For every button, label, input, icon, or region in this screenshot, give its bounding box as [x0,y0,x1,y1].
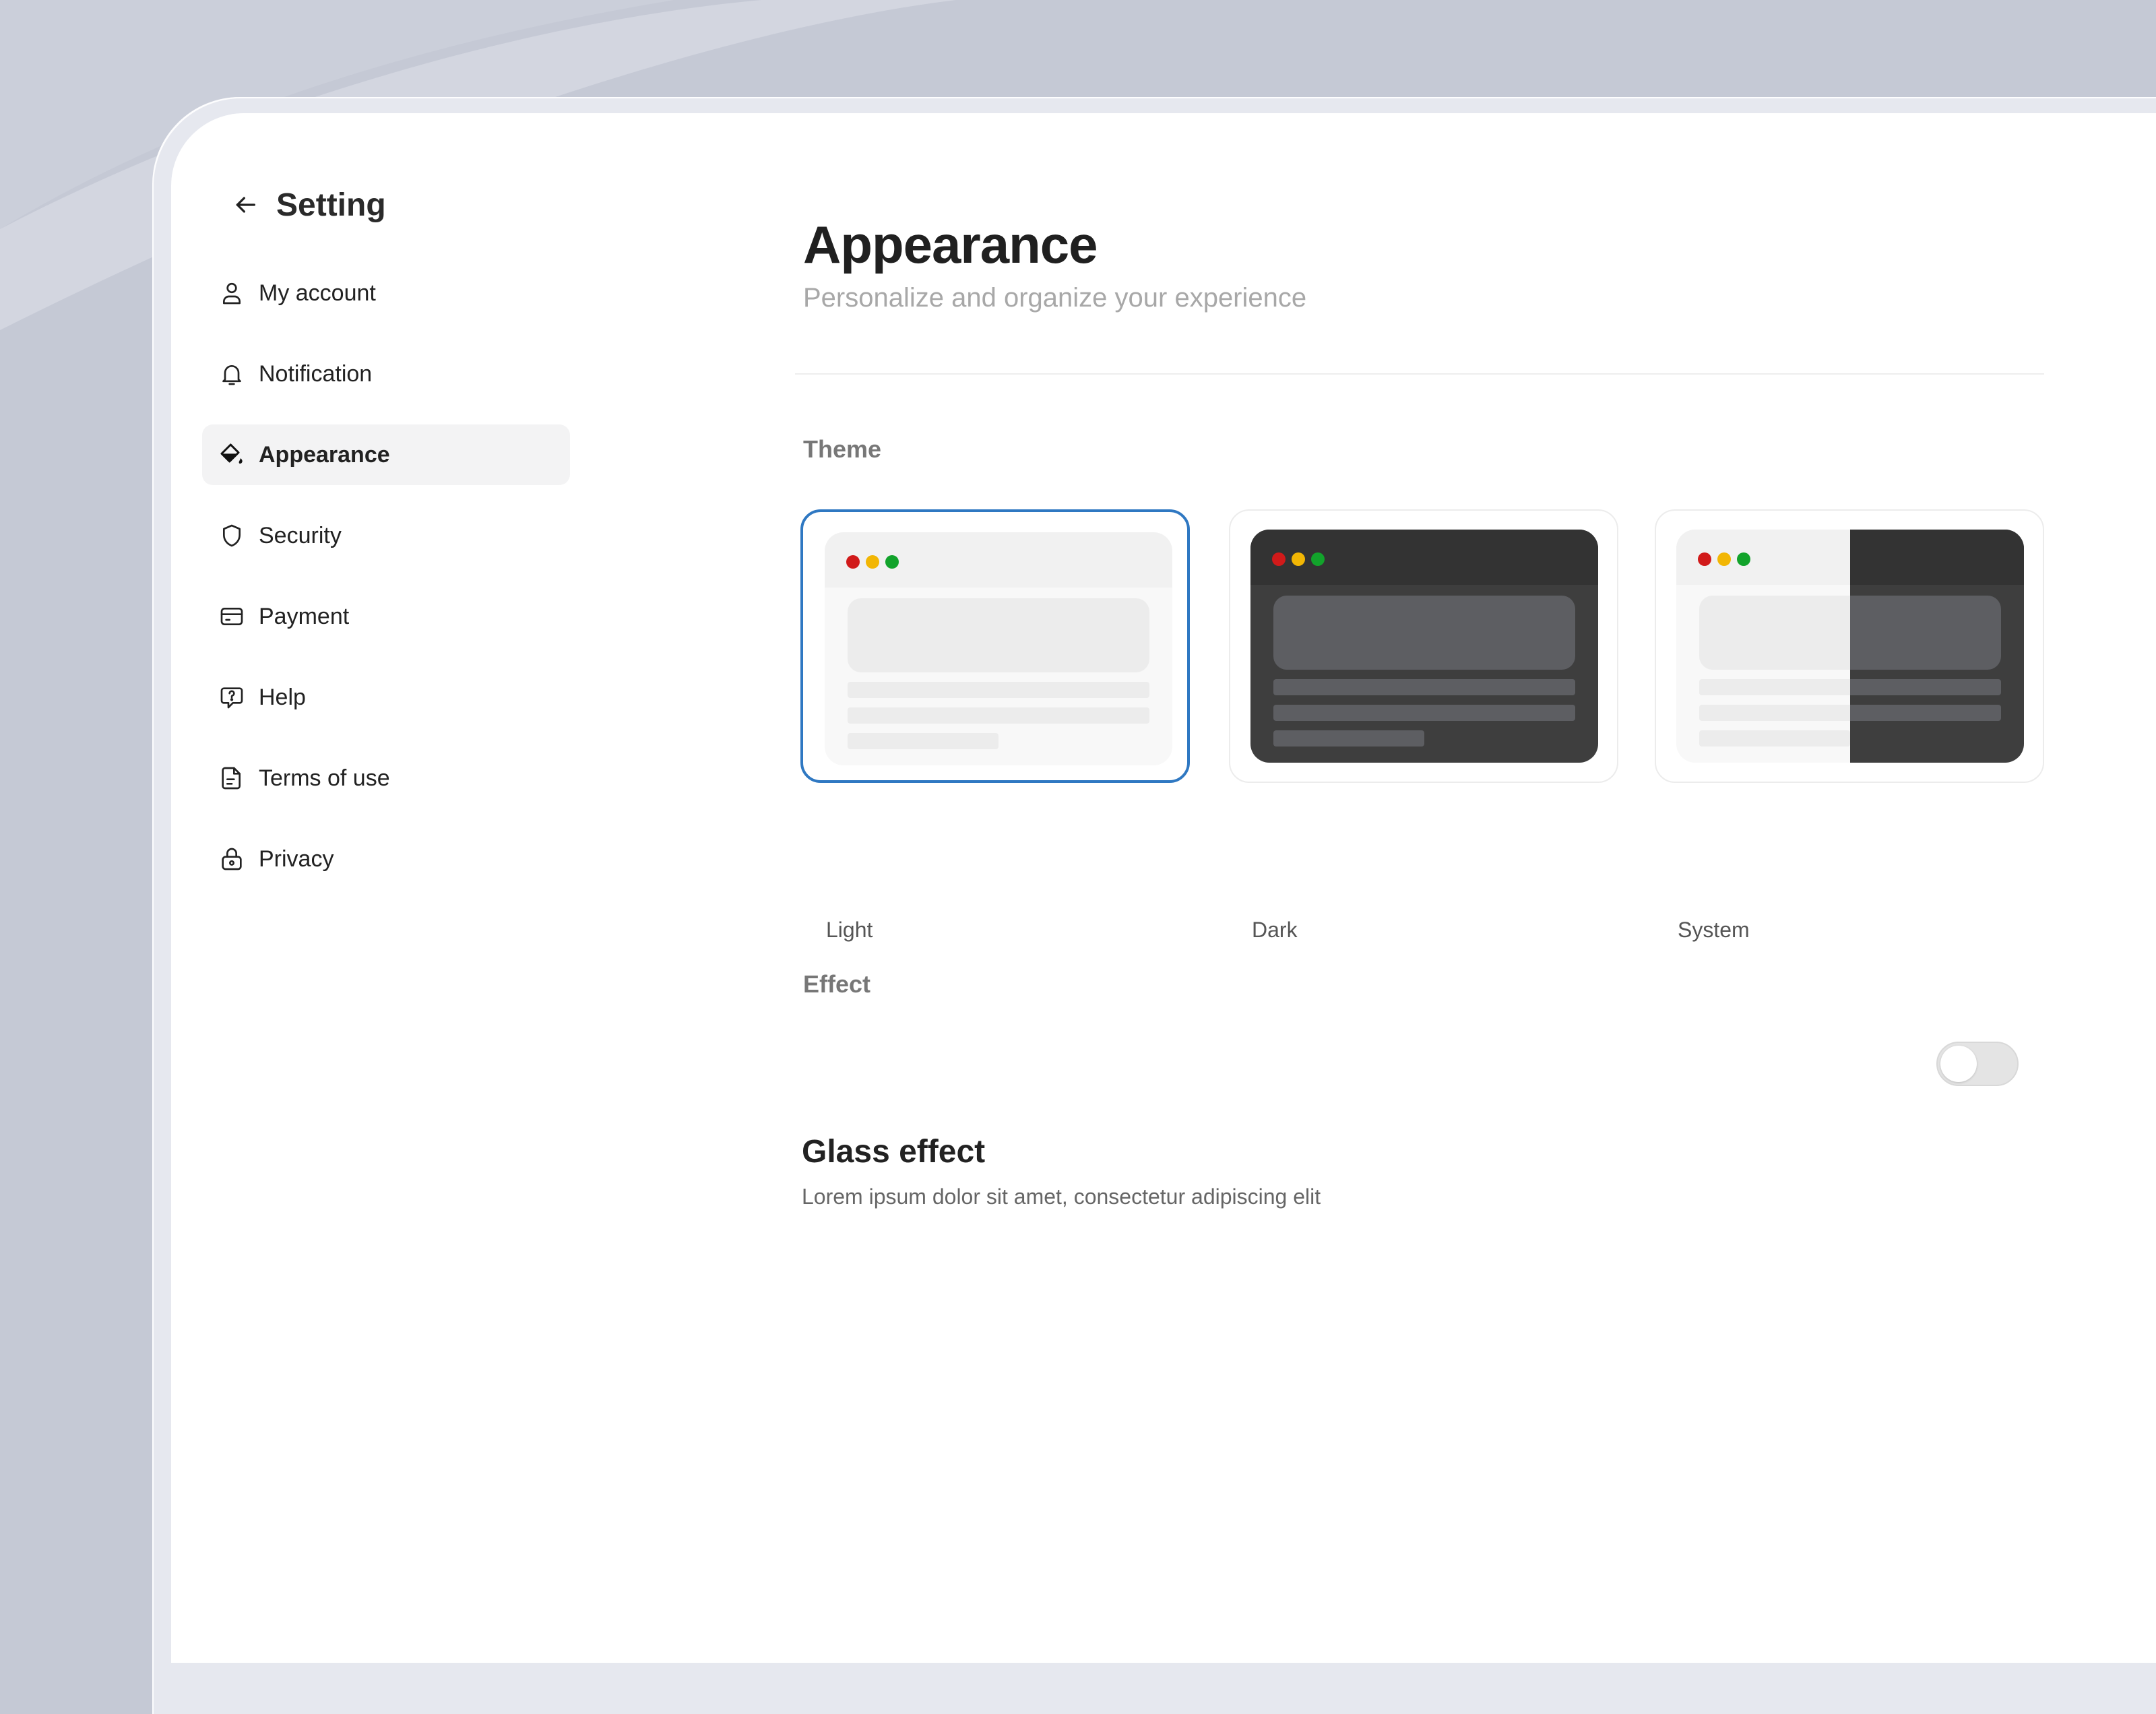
minimize-dot-icon [866,555,879,569]
sidebar-item-privacy[interactable]: Privacy [202,829,570,889]
sidebar-item-label: Security [259,522,342,548]
sidebar-item-label: My account [259,280,376,306]
page-title: Appearance [803,215,1098,274]
maximize-dot-icon [885,555,899,569]
page-subtitle: Personalize and organize your experience [803,283,1307,313]
glass-effect-toggle[interactable] [1936,1042,2019,1086]
sidebar-item-help[interactable]: Help [202,667,570,728]
sidebar-item-notification[interactable]: Notification [202,344,570,404]
help-bubble-icon [217,683,247,712]
minimize-dot-icon [1717,552,1731,566]
theme-label-dark: Dark [1252,918,1298,942]
sidebar-item-label: Help [259,684,306,710]
theme-option-system[interactable] [1655,509,2044,783]
sidebar-item-my-account[interactable]: My account [202,263,570,323]
arrow-left-icon [236,197,255,213]
user-icon [217,278,247,308]
theme-option-dark[interactable] [1229,509,1618,783]
sidebar-item-appearance[interactable]: Appearance [202,424,570,485]
light-theme-preview [825,532,1172,765]
theme-section-label: Theme [803,435,882,463]
sidebar-item-payment[interactable]: Payment [202,586,570,647]
dark-theme-preview [1250,530,1598,763]
back-button[interactable] [225,185,265,225]
header-divider [795,373,2044,375]
theme-label-light: Light [826,918,873,942]
sidebar-title: Setting [276,187,386,223]
sidebar-item-label: Payment [259,603,350,629]
sidebar-item-label: Appearance [259,441,390,468]
glass-effect-title: Glass effect [802,1134,986,1170]
minimize-dot-icon [1292,552,1305,566]
sidebar-item-security[interactable]: Security [202,505,570,566]
paint-bucket-icon [217,440,247,470]
sidebar-header: Setting [225,178,386,232]
sidebar-item-terms-of-use[interactable]: Terms of use [202,748,570,808]
effect-section-label: Effect [803,970,871,998]
maximize-dot-icon [1737,552,1750,566]
settings-window: Setting My account Notification Appearan… [171,113,2156,1663]
close-dot-icon [846,555,860,569]
close-dot-icon [1272,552,1286,566]
close-dot-icon [1698,552,1711,566]
document-icon [217,763,247,793]
shield-icon [217,521,247,550]
theme-option-light[interactable] [800,509,1190,783]
bell-icon [217,359,247,389]
toggle-knob [1940,1046,1977,1082]
sidebar-item-label: Terms of use [259,765,390,791]
settings-nav: My account Notification Appearance Secur… [202,263,570,910]
maximize-dot-icon [1311,552,1325,566]
sidebar-item-label: Privacy [259,846,334,872]
sidebar-item-label: Notification [259,360,373,387]
system-theme-preview [1676,530,2024,763]
credit-card-icon [217,602,247,631]
lock-icon [217,844,247,874]
glass-effect-description: Lorem ipsum dolor sit amet, consectetur … [802,1184,1321,1209]
theme-label-system: System [1678,918,1750,942]
